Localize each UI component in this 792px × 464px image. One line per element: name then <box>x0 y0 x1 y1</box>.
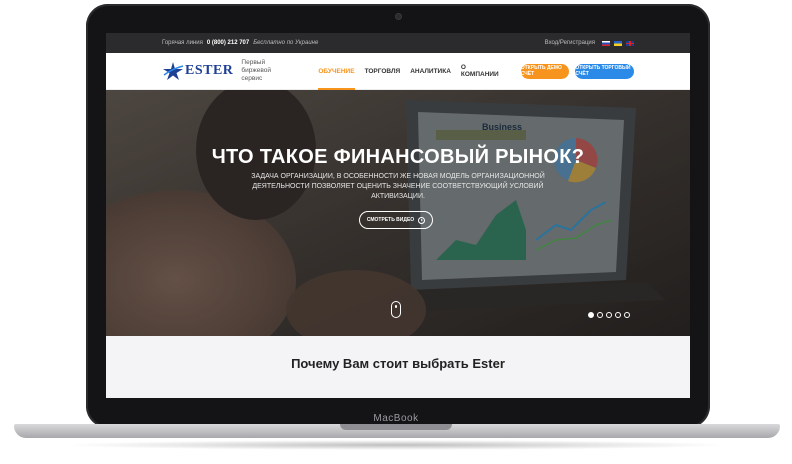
website-screen: Горячая линия 0 (800) 212 707 Бесплатно … <box>106 33 690 398</box>
camera-icon <box>396 14 401 19</box>
scroll-mouse-icon[interactable] <box>391 301 401 318</box>
hotline-phone[interactable]: 0 (800) 212 707 <box>207 40 249 46</box>
hero-title: ЧТО ТАКОЕ ФИНАНСОВЫЙ РЫНОК? <box>211 146 585 168</box>
device-brand-label: MacBook <box>373 413 419 424</box>
main-header: ESTER Первый биржевой сервис ОБУЧЕНИЕ ТО… <box>106 53 690 90</box>
site-logo[interactable]: ESTER <box>162 60 233 82</box>
watch-video-button[interactable]: СМОТРЕТЬ ВИДЕО <box>359 211 433 229</box>
slider-dot[interactable] <box>606 312 612 318</box>
nav-analytics[interactable]: АНАЛИТИКА <box>410 53 451 90</box>
laptop-shadow <box>60 440 732 450</box>
why-choose-section: Почему Вам стоит выбрать Ester <box>106 336 690 398</box>
login-register-link[interactable]: Вход/Регистрация <box>545 40 595 46</box>
free-call-note: Бесплатно по Украине <box>253 40 319 46</box>
nav-education[interactable]: ОБУЧЕНИЕ <box>318 53 355 90</box>
ukrainian-flag-icon[interactable] <box>614 40 622 46</box>
hotline-label: Горячая линия <box>162 40 203 46</box>
laptop-mockup: Горячая линия 0 (800) 212 707 Бесплатно … <box>0 0 792 464</box>
play-icon <box>418 216 426 224</box>
laptop-screen-label: Business <box>482 122 522 132</box>
russian-flag-icon[interactable] <box>602 40 610 46</box>
watch-video-label: СМОТРЕТЬ ВИДЕО <box>366 217 415 223</box>
star-logo-icon <box>163 62 184 80</box>
open-trading-account-button[interactable]: ОТКРЫТЬ ТОРГОВЫЙ СЧЁТ <box>575 63 634 79</box>
slider-dot[interactable] <box>588 312 594 318</box>
site-tagline: Первый биржевой сервис <box>241 59 271 82</box>
english-flag-icon[interactable] <box>626 40 634 46</box>
slider-dot[interactable] <box>615 312 621 318</box>
hero-subtitle: ЗАДАЧА ОРГАНИЗАЦИИ, В ОСОБЕННОСТИ ЖЕ НОВ… <box>251 173 545 200</box>
section-title: Почему Вам стоит выбрать Ester <box>291 356 505 371</box>
nav-trading[interactable]: ТОРГОВЛЯ <box>365 53 401 90</box>
main-nav: ОБУЧЕНИЕ ТОРГОВЛЯ АНАЛИТИКА О КОМПАНИИ <box>318 53 499 90</box>
top-info-bar: Горячая линия 0 (800) 212 707 Бесплатно … <box>106 33 690 53</box>
slider-pagination <box>588 312 630 318</box>
laptop-notch <box>340 424 452 430</box>
slider-dot[interactable] <box>597 312 603 318</box>
hero-slider: Business ЧТО ТАКОЕ ФИНАНСОВЫЙ РЫНОК? ЗАД… <box>106 90 690 336</box>
open-demo-account-button[interactable]: ОТКРЫТЬ ДЕМО СЧЁТ <box>520 63 570 79</box>
slider-dot[interactable] <box>624 312 630 318</box>
logo-text: ESTER <box>185 63 234 78</box>
nav-about[interactable]: О КОМПАНИИ <box>461 53 499 90</box>
